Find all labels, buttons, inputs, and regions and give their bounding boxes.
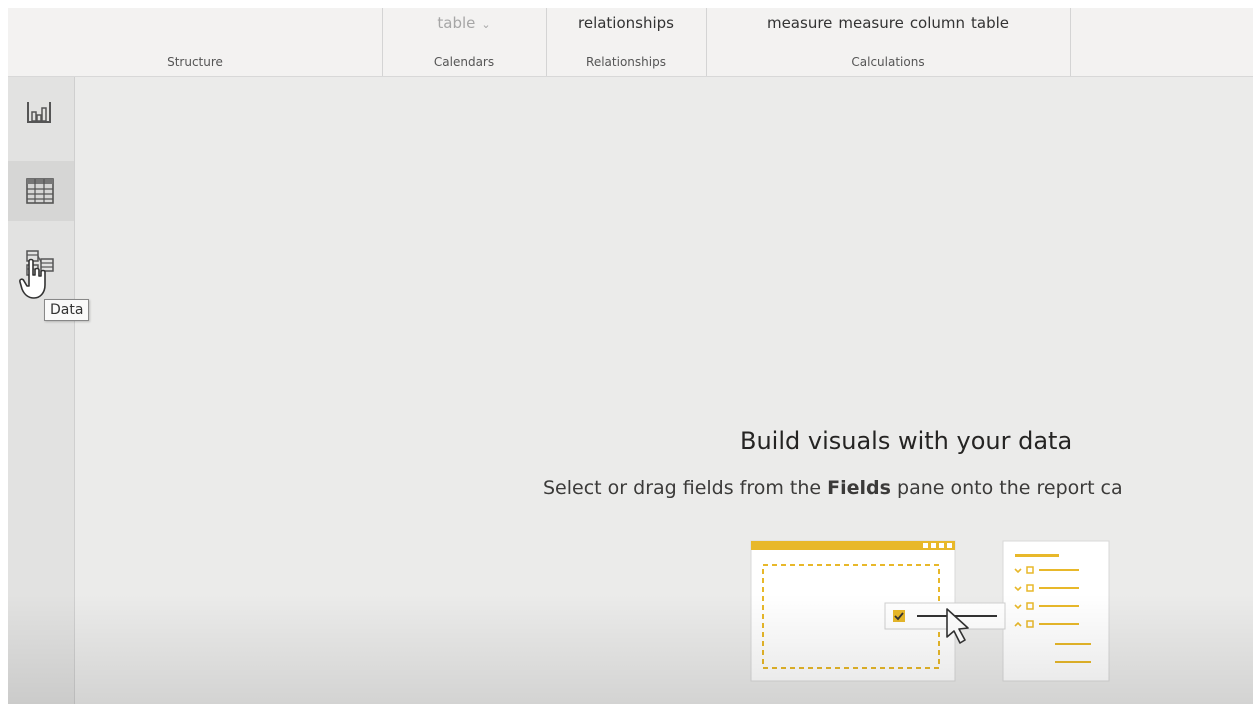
report-view-button[interactable] [24, 97, 58, 131]
view-rail: Data [8, 77, 90, 704]
subtitle-text: Select or drag fields from the [543, 477, 828, 499]
ribbon-group-calculations: measure measure column table Calculations [706, 8, 1071, 76]
new-table-button[interactable]: table [971, 14, 1009, 32]
report-view-icon [27, 102, 51, 123]
new-column-button[interactable]: column [910, 14, 965, 32]
hand-pointer-cursor-icon [19, 258, 46, 299]
quick-measure-button[interactable]: measure [838, 14, 903, 32]
group-label-structure: Structure [167, 55, 223, 69]
report-canvas[interactable]: Build visuals with your data Select or d… [75, 77, 1253, 704]
calendars-table-button[interactable]: table [437, 14, 475, 32]
group-label-calendars: Calendars [433, 55, 495, 69]
data-view-button[interactable] [24, 175, 58, 209]
data-view-icon [26, 178, 54, 204]
ribbon-group-relationships: relationships Relationships [546, 8, 707, 76]
empty-state-subtitle: Select or drag fields from the Fields pa… [543, 477, 1253, 499]
subtitle-fields-bold: Fields [827, 477, 891, 499]
manage-relationships-button[interactable]: relationships [578, 14, 674, 32]
chevron-down-icon[interactable]: ⌄ [481, 18, 490, 31]
group-label-relationships: Relationships [586, 55, 666, 69]
group-label-calculations: Calculations [851, 55, 925, 69]
subtitle-text-end: pane onto the report ca [890, 477, 1123, 499]
ribbon-group-structure: Structure [8, 8, 383, 76]
new-measure-button[interactable]: measure [767, 14, 832, 32]
ribbon: Structure table ⌄ Calendars relationships… [8, 8, 1253, 77]
ribbon-group-calendars: table ⌄ Calendars [382, 8, 547, 76]
power-bi-window: Structure table ⌄ Calendars relationships… [8, 8, 1253, 704]
empty-state-title: Build visuals with your data [740, 427, 1073, 455]
build-visuals-illustration-icon [750, 540, 1110, 682]
